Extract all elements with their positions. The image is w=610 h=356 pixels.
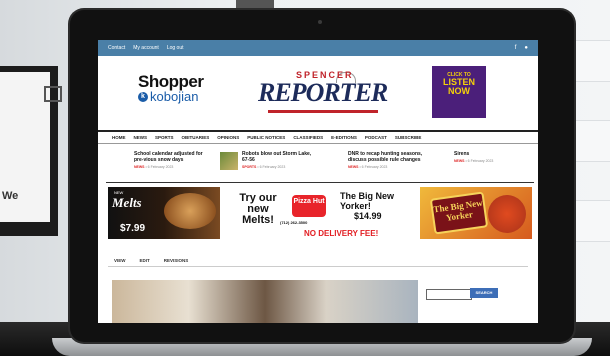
- nav-public-notices[interactable]: PUBLIC NOTICES: [247, 135, 285, 140]
- list-item[interactable]: DNR to recap hunting seasons, discuss po…: [348, 151, 430, 169]
- nav-news[interactable]: NEWS: [134, 135, 148, 140]
- ceiling-fixture: [236, 0, 274, 8]
- shopper-kobojian-ad[interactable]: Shopper k kobojian: [138, 72, 204, 104]
- site-logo[interactable]: SPENCER REPORTER: [258, 70, 388, 120]
- big-new-yorker-text: The Big New Yorker!: [340, 191, 395, 211]
- site-header: Shopper k kobojian SPENCER REPORTER CLIC…: [98, 56, 538, 130]
- listen-line2: LISTEN NOW: [442, 77, 475, 96]
- ad-banner[interactable]: NEW Melts $7.99 Try our new Melts! Pizza…: [108, 187, 532, 239]
- kobojian-logo: k kobojian: [138, 90, 203, 104]
- contact-link[interactable]: Contact: [108, 45, 125, 51]
- nav-classifieds[interactable]: CLASSIFIEDS: [293, 135, 323, 140]
- shopper-title: Shopper: [138, 72, 204, 91]
- nav-e-editions[interactable]: E-EDITIONS: [331, 135, 357, 140]
- laptop-screen: Contact My account Log out f ● Shopper k…: [98, 40, 538, 323]
- tab-revisions[interactable]: REVISIONS: [164, 258, 189, 263]
- search-button[interactable]: SEARCH: [470, 288, 498, 298]
- big-new-yorker-logo: The Big New Yorker: [429, 191, 489, 235]
- logout-link[interactable]: Log out: [167, 45, 184, 51]
- pizzahut-phone: (712) 262-3500: [280, 220, 308, 225]
- background-checkbox: [44, 86, 62, 102]
- facebook-icon[interactable]: f: [515, 45, 517, 51]
- background-monitor-screen: We: [0, 72, 62, 222]
- listen-now-ad[interactable]: CLICK TO LISTEN NOW: [432, 66, 486, 118]
- main-nav: HOME NEWS SPORTS OBITUARIES OPINIONS PUB…: [98, 130, 538, 144]
- news-headline[interactable]: Robots blow out Storm Lake, 67-56: [242, 151, 312, 163]
- news-headline[interactable]: DNR to recap hunting seasons, discuss po…: [348, 151, 430, 163]
- nav-home[interactable]: HOME: [112, 135, 126, 140]
- divider: [108, 266, 528, 267]
- pizza-hut-logo: Pizza Hut: [292, 195, 326, 217]
- nav-opinions[interactable]: OPINIONS: [217, 135, 239, 140]
- featured-photo[interactable]: [112, 280, 418, 323]
- news-ticker: School calendar adjusted for pre-vious s…: [98, 148, 538, 178]
- big-new-yorker-price: $14.99: [354, 211, 382, 221]
- melts-price: $7.99: [120, 223, 146, 234]
- my-account-link[interactable]: My account: [133, 45, 159, 51]
- news-meta: NEWS • 6 February 2023: [134, 165, 174, 169]
- top-utility-bar: Contact My account Log out f ●: [98, 40, 538, 56]
- logo-underline: [268, 110, 378, 113]
- news-headline[interactable]: Sirens: [454, 151, 514, 157]
- melt-food-image: [164, 193, 216, 229]
- list-item[interactable]: Sirens NEWS • 6 February 2023: [454, 151, 514, 163]
- tab-edit[interactable]: EDIT: [140, 258, 150, 263]
- news-headline[interactable]: School calendar adjusted for pre-vious s…: [134, 151, 212, 163]
- admin-tabs: VIEW EDIT REVISIONS: [114, 258, 188, 263]
- divider: [106, 182, 534, 183]
- list-item[interactable]: School calendar adjusted for pre-vious s…: [134, 151, 212, 169]
- nav-subscribe[interactable]: SUBSCRIBE: [395, 135, 422, 140]
- pizzahut-ad[interactable]: Try our new Melts! Pizza Hut (712) 262-3…: [220, 187, 420, 239]
- melts-ad[interactable]: NEW Melts $7.99: [108, 187, 220, 239]
- pizza-image: [488, 195, 526, 233]
- news-thumbnail[interactable]: [220, 152, 238, 170]
- user-icon[interactable]: ●: [524, 45, 528, 51]
- search-input[interactable]: [426, 289, 472, 300]
- logo-reporter: REPORTER: [258, 78, 388, 107]
- nav-sports[interactable]: SPORTS: [155, 135, 174, 140]
- nav-podcast[interactable]: PODCAST: [365, 135, 387, 140]
- kobojian-text: kobojian: [150, 89, 199, 104]
- news-meta: NEWS • 6 February 2023: [348, 165, 388, 169]
- big-new-yorker-ad[interactable]: The Big New Yorker: [420, 187, 532, 239]
- background-monitor-text: We: [2, 190, 19, 202]
- try-melts-text: Try our new Melts!: [239, 192, 277, 226]
- webcam-icon: [318, 20, 322, 24]
- no-delivery-fee: NO DELIVERY FEE!: [304, 229, 379, 238]
- tab-view[interactable]: VIEW: [114, 258, 126, 263]
- kobojian-k-icon: k: [138, 92, 148, 102]
- list-item[interactable]: Robots blow out Storm Lake, 67-56 SPORTS…: [242, 151, 312, 169]
- nav-obituaries[interactable]: OBITUARIES: [182, 135, 210, 140]
- news-meta: SPORTS • 6 February 2023: [242, 165, 286, 169]
- news-meta: NEWS • 6 February 2023: [454, 159, 494, 163]
- melts-title: Melts: [112, 195, 142, 210]
